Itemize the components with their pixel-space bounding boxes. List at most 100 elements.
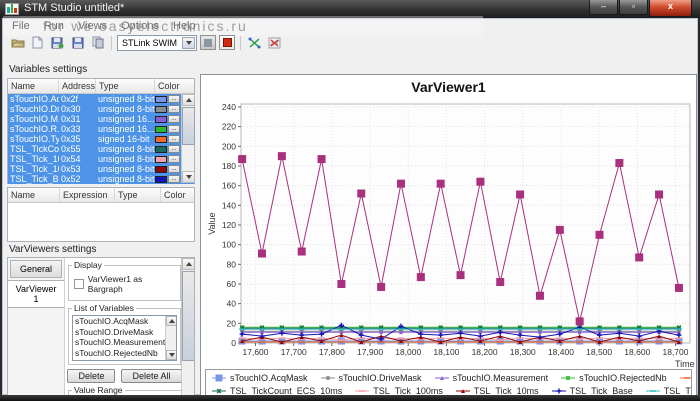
svg-text:18,300: 18,300	[510, 347, 536, 357]
legend-marker-icon	[212, 388, 226, 394]
legend-marker-icon	[355, 390, 370, 392]
variable-row[interactable]: TSL_Tick_10ms0x53 unsigned 8-bit...	[8, 164, 194, 174]
svg-text:18,500: 18,500	[586, 347, 612, 357]
connection-select[interactable]: STLink SWIM	[117, 34, 197, 51]
svg-text:Time: Time	[675, 359, 695, 369]
color-swatch	[155, 115, 167, 123]
scroll-down-icon[interactable]	[182, 171, 195, 183]
window-bottom-border	[0, 395, 700, 401]
legend-label: TSL_Tick_10ms	[473, 385, 539, 396]
variable-address: 0x33	[61, 124, 81, 134]
color-picker-button[interactable]: ...	[168, 115, 180, 123]
scroll-down-icon[interactable]	[166, 350, 176, 360]
record-button[interactable]	[219, 35, 235, 50]
color-picker-button[interactable]: ...	[168, 125, 180, 133]
legend-label: sTouchIO.AcqMask	[230, 372, 308, 383]
variable-name: sTouchIO.Ac...	[10, 94, 59, 104]
minimize-button[interactable]: –	[589, 0, 618, 15]
variable-address: 0x55	[61, 144, 81, 154]
svg-text:Value: Value	[207, 212, 217, 234]
color-picker-button[interactable]: ...	[168, 165, 180, 173]
variables-settings-label: Variables settings	[9, 64, 88, 75]
variable-type: unsigned 8-bit	[98, 94, 155, 104]
list-item[interactable]: sTouchIO.AcqMask	[73, 316, 176, 327]
save-log-icon[interactable]	[49, 35, 66, 50]
color-picker-button[interactable]: ...	[168, 175, 180, 183]
client-area: File Run Views Options Help for we.easyelect…	[2, 16, 698, 401]
save-icon[interactable]	[69, 35, 86, 50]
variable-row[interactable]: TSL_Tick_Base0x52 unsigned 8-bit...	[8, 174, 194, 184]
variables-listbox[interactable]: sTouchIO.AcqMask sTouchIO.DriveMask sTouch…	[72, 315, 177, 361]
varviewers-scrollbar[interactable]	[181, 258, 194, 401]
variable-name: TSL_Tick_10...	[10, 154, 59, 164]
expressions-table[interactable]: Name Expression Type Color	[7, 187, 195, 242]
variable-row[interactable]: sTouchIO.Ac...0x2f unsigned 8-bit...	[8, 94, 194, 104]
variable-type: unsigned 8-bit	[98, 144, 155, 154]
legend-label: TSL_TickCount_ECS_10ms	[230, 385, 343, 396]
new-file-icon[interactable]	[29, 35, 46, 50]
svg-text:17,900: 17,900	[357, 347, 383, 357]
svg-text:140: 140	[222, 200, 236, 210]
list-of-variables-group: List of Variables sTouchIO.AcqMask sTouch…	[68, 303, 181, 365]
svg-text:80: 80	[227, 259, 237, 269]
color-picker-button[interactable]: ...	[168, 135, 180, 143]
variable-address: 0x53	[61, 164, 81, 174]
connection-value: STLink SWIM	[122, 37, 178, 48]
legend-item: sTouchIO.AcqMask	[211, 373, 308, 383]
variable-type: unsigned 8-bit	[98, 174, 155, 184]
copy-icon[interactable]	[89, 35, 106, 50]
delete-all-button[interactable]: Delete All	[121, 369, 182, 383]
svg-text:18,400: 18,400	[548, 347, 574, 357]
legend-item: sTouchIO.Measurement	[434, 372, 549, 383]
svg-text:18,100: 18,100	[433, 347, 459, 357]
remove-viewer-icon[interactable]	[266, 35, 283, 50]
variables-table-scrollbar[interactable]	[181, 94, 195, 183]
tab-general[interactable]: General	[10, 260, 62, 278]
legend-label: sTouchIO.Measurement	[452, 372, 549, 383]
scatter-plot-icon[interactable]	[246, 35, 263, 50]
color-swatch	[155, 175, 167, 183]
close-button[interactable]: x	[649, 0, 692, 17]
scroll-up-icon[interactable]	[182, 258, 194, 270]
list-item[interactable]: sTouchIO.RejectedNb	[73, 348, 176, 359]
list-item[interactable]: sTouchIO.DriveMask	[73, 327, 176, 338]
svg-text:0: 0	[231, 338, 236, 348]
color-picker-button[interactable]: ...	[168, 95, 180, 103]
varviewer-chart[interactable]: 0 20 40 60 80 100 120 140 160 180 200 220 240 17,600 1…	[201, 93, 698, 369]
display-group: Display VarViewer1 as Bargraph	[68, 260, 181, 301]
open-folder-icon[interactable]	[9, 35, 26, 50]
variable-row[interactable]: sTouchIO.R...0x33 unsigned 16......	[8, 124, 194, 134]
variable-row[interactable]: sTouchIO.Type0x35 signed 16-bit...	[8, 134, 194, 144]
tab-varviewer1[interactable]: VarViewer 1	[8, 280, 64, 308]
svg-text:120: 120	[222, 220, 236, 230]
variable-address: 0x35	[61, 134, 81, 144]
color-swatch	[155, 155, 167, 163]
scroll-up-icon[interactable]	[166, 316, 176, 326]
value-range-label: Value Range	[74, 385, 123, 395]
delete-button[interactable]: Delete	[67, 369, 116, 383]
stop-button[interactable]	[200, 35, 216, 50]
variable-address: 0x2f	[61, 94, 79, 104]
color-picker-button[interactable]: ...	[168, 155, 180, 163]
variables-table[interactable]: Name Address Type Color sTouchIO.Ac...0x…	[7, 78, 195, 184]
legend-label: TSL_Tick_Flags.whole	[663, 385, 691, 396]
variable-row[interactable]: TSL_TickCou...0x55 unsigned 8-bit...	[8, 144, 194, 154]
color-picker-button[interactable]: ...	[168, 105, 180, 113]
listbox-scrollbar[interactable]	[165, 316, 176, 360]
legend-label: sTouchIO.DriveMask	[338, 372, 422, 383]
legend-item: TSL_TickCount_ECS_10ms	[211, 386, 342, 396]
bargraph-checkbox[interactable]	[74, 279, 84, 289]
legend-item: sTouchIO.Type	[679, 373, 691, 383]
maximize-button[interactable]: ▫	[619, 0, 648, 15]
list-item[interactable]: sTouchIO.Measurement	[73, 337, 176, 348]
legend-item: sTouchIO.RejectedNb	[560, 373, 667, 383]
variable-row[interactable]: TSL_Tick_10...0x54 unsigned 8-bit...	[8, 154, 194, 164]
legend-item: TSL_Tick_Base	[551, 386, 633, 396]
color-picker-button[interactable]: ...	[168, 145, 180, 153]
variable-row[interactable]: sTouchIO.M...0x31 unsigned 16......	[8, 114, 194, 124]
scroll-up-icon[interactable]	[182, 94, 195, 106]
variable-row[interactable]: sTouchIO.Dr...0x30 unsigned 8-bit...	[8, 104, 194, 114]
svg-text:17,700: 17,700	[281, 347, 307, 357]
variable-address: 0x31	[61, 114, 81, 124]
variable-name: sTouchIO.Type	[10, 134, 59, 144]
